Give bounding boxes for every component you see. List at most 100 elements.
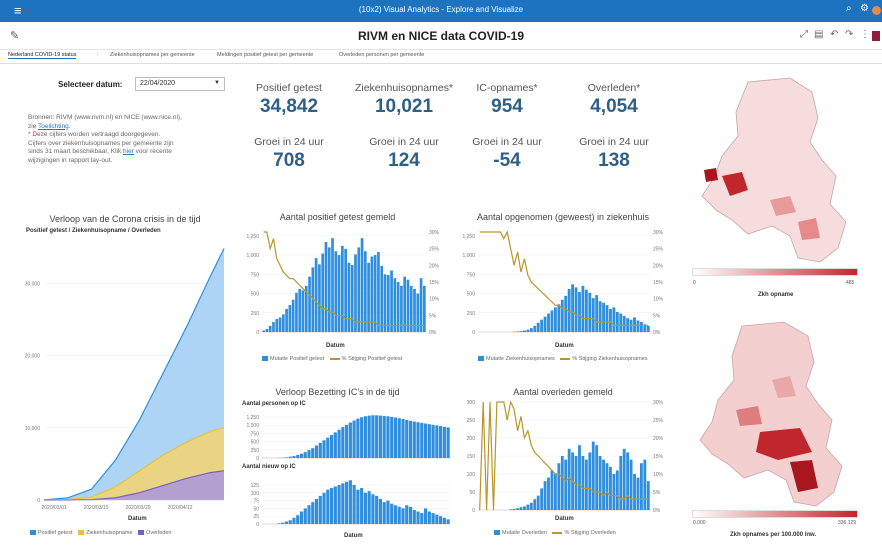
y-tick-label: 1,000 bbox=[246, 253, 259, 259]
y-tick-label: 500 bbox=[467, 292, 476, 298]
y2-tick-label: 20% bbox=[429, 263, 440, 269]
y2-tick-label: 5% bbox=[429, 313, 437, 319]
bar bbox=[363, 416, 367, 458]
bar bbox=[311, 448, 315, 458]
y2-tick-label: 0% bbox=[653, 330, 661, 336]
bar bbox=[540, 488, 544, 510]
y-tick-label: 250 bbox=[467, 311, 476, 317]
bar bbox=[337, 429, 341, 458]
bar bbox=[547, 477, 550, 510]
bar bbox=[401, 418, 405, 458]
bar bbox=[333, 486, 337, 524]
bar bbox=[412, 509, 416, 524]
bar bbox=[564, 459, 568, 510]
bar bbox=[378, 415, 383, 458]
bar bbox=[360, 238, 364, 332]
y-tick-label: 300 bbox=[467, 400, 476, 406]
y-tick-label: 0 bbox=[37, 498, 40, 504]
bar bbox=[278, 317, 282, 332]
y-tick-label: 250 bbox=[467, 418, 476, 424]
bar bbox=[439, 426, 443, 458]
bar bbox=[516, 508, 519, 510]
y2-tick-label: 30% bbox=[653, 230, 664, 236]
bar bbox=[299, 511, 304, 524]
bar bbox=[529, 328, 533, 332]
bar bbox=[533, 325, 537, 332]
bar bbox=[431, 513, 435, 524]
bar bbox=[401, 508, 405, 524]
bar bbox=[334, 251, 338, 332]
bar bbox=[646, 481, 650, 510]
bar bbox=[307, 505, 311, 524]
bar bbox=[560, 456, 564, 510]
bar bbox=[602, 459, 605, 510]
bar bbox=[598, 456, 602, 510]
bar bbox=[636, 320, 640, 332]
y-tick-label: 200 bbox=[467, 436, 476, 442]
bar bbox=[356, 418, 360, 458]
bar bbox=[352, 420, 356, 458]
bar bbox=[281, 522, 285, 524]
y-tick-label: 100 bbox=[467, 472, 476, 478]
bar bbox=[356, 489, 360, 524]
bar bbox=[543, 481, 547, 510]
bar bbox=[367, 415, 371, 458]
bar bbox=[367, 491, 371, 524]
bar bbox=[265, 328, 269, 332]
bar bbox=[378, 499, 383, 524]
bar bbox=[439, 516, 443, 524]
bar bbox=[375, 495, 379, 524]
bar bbox=[629, 459, 633, 510]
bar bbox=[292, 517, 296, 524]
bar bbox=[331, 238, 334, 332]
bar bbox=[386, 416, 390, 458]
bar bbox=[584, 289, 588, 332]
bar bbox=[329, 488, 334, 524]
bar bbox=[288, 305, 292, 332]
bar bbox=[416, 293, 420, 332]
bar bbox=[431, 424, 435, 458]
x-tick-label: 2020/03/01 bbox=[41, 505, 66, 511]
bar bbox=[526, 329, 530, 332]
bar bbox=[557, 304, 561, 332]
bar bbox=[639, 463, 643, 510]
bar bbox=[307, 450, 311, 458]
y-tick-label: 750 bbox=[467, 272, 476, 278]
bar bbox=[373, 255, 377, 332]
bar bbox=[427, 511, 431, 524]
y-tick-label: 250 bbox=[251, 448, 260, 454]
bar bbox=[519, 507, 523, 510]
bar bbox=[553, 474, 557, 510]
bar bbox=[363, 492, 367, 524]
bar bbox=[435, 425, 439, 458]
bar bbox=[393, 417, 398, 458]
bar bbox=[406, 279, 410, 332]
y-tick-label: 50 bbox=[469, 490, 475, 496]
y-tick-label: 500 bbox=[251, 292, 260, 298]
bar bbox=[390, 416, 394, 458]
bar bbox=[619, 456, 623, 510]
y-tick-label: 0 bbox=[256, 330, 259, 336]
bar bbox=[360, 488, 364, 524]
bar bbox=[327, 247, 331, 332]
bar bbox=[560, 299, 564, 332]
bar bbox=[272, 322, 275, 332]
y-tick-label: 1,250 bbox=[246, 234, 259, 240]
bar bbox=[350, 265, 354, 332]
bar bbox=[324, 242, 328, 332]
y-tick-label: 100 bbox=[251, 491, 260, 497]
bar bbox=[296, 455, 300, 458]
y2-tick-label: 25% bbox=[653, 418, 664, 424]
bar bbox=[553, 307, 557, 332]
bar bbox=[646, 325, 650, 332]
bar bbox=[591, 298, 595, 332]
bar bbox=[609, 308, 612, 332]
bar bbox=[345, 481, 349, 524]
y-tick-label: 50 bbox=[253, 506, 259, 512]
bar bbox=[390, 270, 393, 332]
bar bbox=[284, 457, 289, 458]
bar bbox=[605, 305, 609, 332]
bar bbox=[370, 256, 374, 332]
bar bbox=[382, 502, 386, 524]
y2-tick-label: 15% bbox=[653, 454, 664, 460]
